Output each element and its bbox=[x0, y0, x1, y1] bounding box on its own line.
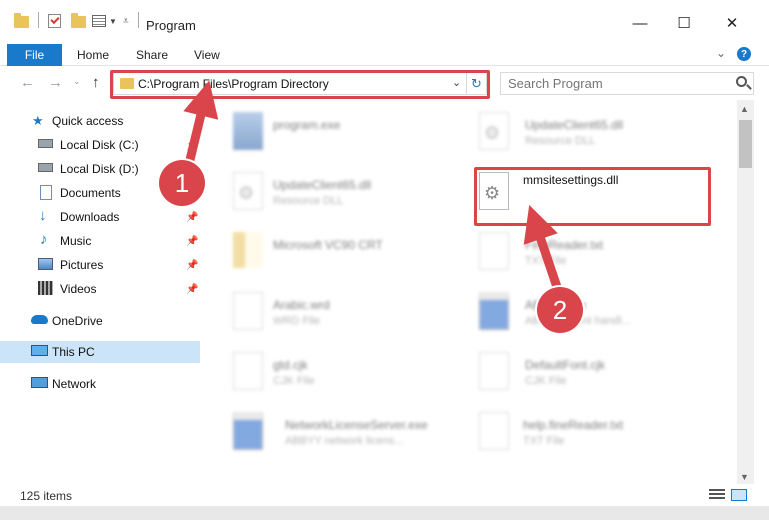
list-item[interactable]: Microsoft VC90 CRT bbox=[227, 226, 462, 282]
close-button[interactable]: ✕ bbox=[718, 12, 746, 34]
list-item[interactable]: NetworkLicenseServer.exe ABBYY network l… bbox=[227, 406, 462, 462]
documents-icon bbox=[40, 185, 52, 200]
customize-toolbar-icon[interactable] bbox=[92, 15, 106, 27]
scroll-thumb[interactable] bbox=[739, 120, 752, 168]
pin-icon[interactable]: 📌 bbox=[186, 212, 198, 223]
title-bar: ▼ ⩡ Program — ☐ ✕ bbox=[0, 0, 769, 44]
list-item[interactable]: UpdateClient65.dll Resource DLL bbox=[473, 106, 708, 162]
star-icon: ★ bbox=[32, 113, 44, 128]
document-icon bbox=[233, 352, 263, 390]
ribbon: File Home Share View ⌄ ? bbox=[0, 44, 769, 66]
sidebar-item-quick-access[interactable]: ★ Quick access bbox=[0, 110, 200, 132]
recent-locations-icon[interactable]: ⌄ bbox=[73, 76, 81, 87]
address-highlight-box bbox=[110, 70, 490, 99]
sidebar-item-network[interactable]: Network bbox=[0, 373, 200, 395]
new-folder-icon[interactable] bbox=[71, 13, 86, 28]
list-item[interactable]: gtd.cjk CJK File bbox=[227, 346, 462, 402]
sidebar-item-pictures[interactable]: Pictures 📌 bbox=[0, 254, 200, 276]
dll-gear-icon bbox=[233, 172, 263, 210]
list-item[interactable]: FineReader.txt TXT File bbox=[473, 226, 708, 282]
list-item[interactable]: UpdateClient65.dll Resource DLL bbox=[227, 166, 462, 222]
videos-icon bbox=[38, 281, 53, 295]
status-bar: 125 items bbox=[0, 484, 769, 506]
taskbar-strip bbox=[0, 506, 769, 520]
step-badge-2: 2 bbox=[537, 287, 583, 333]
file-highlight-box bbox=[474, 167, 711, 226]
minimize-button[interactable]: — bbox=[626, 12, 654, 34]
help-icon[interactable]: ? bbox=[737, 47, 751, 61]
scroll-up-icon[interactable]: ▲ bbox=[740, 104, 749, 114]
separator bbox=[138, 12, 139, 28]
sidebar-item-onedrive[interactable]: OneDrive bbox=[0, 310, 200, 332]
list-item[interactable]: program.exe bbox=[227, 106, 462, 162]
pin-icon[interactable]: 📌 bbox=[186, 140, 198, 151]
pin-icon[interactable]: 📌 bbox=[186, 284, 198, 295]
document-icon bbox=[479, 412, 509, 450]
sidebar-item-music[interactable]: ♪ Music 📌 bbox=[0, 230, 200, 252]
list-item[interactable]: ABBYY.exe ABBYY event handl... bbox=[473, 286, 708, 342]
search-box[interactable] bbox=[500, 72, 754, 95]
cloud-icon bbox=[31, 315, 48, 324]
document-icon bbox=[479, 232, 509, 270]
exe-window-icon bbox=[479, 292, 509, 330]
file-list: program.exe UpdateClient65.dll Resource … bbox=[203, 100, 737, 484]
drive-icon bbox=[38, 163, 53, 172]
tab-view[interactable]: View bbox=[194, 48, 220, 62]
navigation-pane: ★ Quick access Local Disk (C:) 📌 Local D… bbox=[0, 100, 203, 484]
details-view-icon[interactable] bbox=[709, 489, 725, 501]
computer-icon bbox=[31, 345, 48, 356]
item-count: 125 items bbox=[20, 489, 73, 503]
pin-icon[interactable]: 📌 bbox=[186, 260, 198, 271]
qa-dropdown-icon[interactable]: ⩡ bbox=[123, 16, 129, 27]
sidebar-item-downloads[interactable]: ↓ Downloads 📌 bbox=[0, 206, 200, 228]
download-icon: ↓ bbox=[39, 207, 47, 224]
sidebar-item-this-pc[interactable]: This PC bbox=[0, 341, 200, 363]
list-item[interactable]: DefaultFont.cjk CJK File bbox=[473, 346, 708, 402]
search-input[interactable] bbox=[501, 73, 711, 94]
tab-share[interactable]: Share bbox=[136, 48, 168, 62]
dll-gear-icon bbox=[479, 112, 509, 150]
properties-check-icon[interactable] bbox=[48, 14, 61, 28]
maximize-button[interactable]: ☐ bbox=[670, 12, 698, 34]
folder-icon bbox=[14, 13, 29, 28]
forward-arrow-icon[interactable]: → bbox=[48, 74, 63, 91]
document-icon bbox=[233, 292, 263, 330]
list-item[interactable]: help.fineReader.txt TXT File bbox=[473, 406, 708, 462]
pin-icon[interactable]: 📌 bbox=[186, 236, 198, 247]
exe-window-icon bbox=[233, 412, 263, 450]
pictures-icon bbox=[38, 258, 53, 270]
sidebar-item-local-disk-c[interactable]: Local Disk (C:) 📌 bbox=[0, 134, 200, 156]
up-arrow-icon[interactable]: ↑ bbox=[92, 74, 100, 91]
large-icons-view-icon[interactable] bbox=[731, 489, 747, 501]
scroll-down-icon[interactable]: ▼ bbox=[740, 472, 749, 482]
separator bbox=[38, 12, 39, 28]
back-arrow-icon[interactable]: ← bbox=[20, 74, 35, 91]
expand-ribbon-icon[interactable]: ⌄ bbox=[716, 46, 726, 60]
sidebar-item-videos[interactable]: Videos 📌 bbox=[0, 278, 200, 300]
search-icon[interactable] bbox=[736, 76, 747, 87]
document-icon bbox=[479, 352, 509, 390]
vertical-scrollbar[interactable]: ▲ ▼ bbox=[737, 100, 754, 484]
window-title: Program bbox=[146, 18, 196, 33]
music-icon: ♪ bbox=[40, 231, 48, 248]
list-item[interactable]: Arabic.wrd WRD File bbox=[227, 286, 462, 342]
tab-home[interactable]: Home bbox=[77, 48, 109, 62]
drive-icon bbox=[38, 139, 53, 148]
tab-file[interactable]: File bbox=[7, 44, 62, 66]
folder-icon bbox=[233, 232, 263, 268]
chevron-down-icon[interactable]: ▼ bbox=[109, 17, 117, 26]
setup-icon bbox=[233, 112, 263, 150]
network-icon bbox=[31, 377, 48, 388]
step-badge-1: 1 bbox=[159, 160, 205, 206]
